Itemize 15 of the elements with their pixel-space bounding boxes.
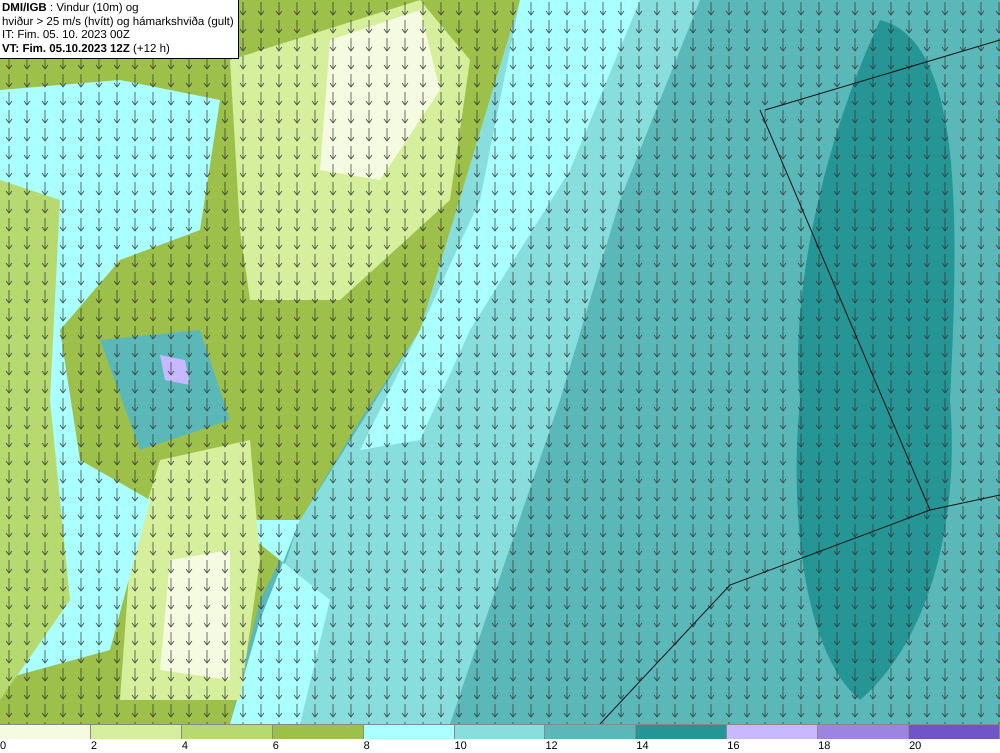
legend-label: 12 — [545, 739, 558, 753]
caption-line: IT: Fim. 05. 10. 2023 00Z — [2, 29, 131, 42]
legend-label: 6 — [272, 739, 279, 753]
caption-line: hviður > 25 m/s (hvítt) og hámarkshviða (gult) — [2, 16, 234, 29]
caption-line: VT: Fim. 05.10.2023 12Z (+12 h) — [2, 42, 171, 56]
legend-label: 14 — [636, 739, 649, 753]
caption-line: DMI/IGB : Vindur (10m) og — [2, 2, 140, 16]
legend-label: 4 — [182, 739, 188, 753]
legend-label: 18 — [818, 739, 830, 753]
legend-label: 20 — [909, 739, 922, 753]
legend-label: 16 — [727, 739, 740, 753]
legend-label: 2 — [90, 739, 98, 753]
legend-label: 10 — [454, 739, 467, 753]
legend-label: 8 — [364, 739, 370, 753]
legend-label: 0 — [0, 739, 6, 753]
